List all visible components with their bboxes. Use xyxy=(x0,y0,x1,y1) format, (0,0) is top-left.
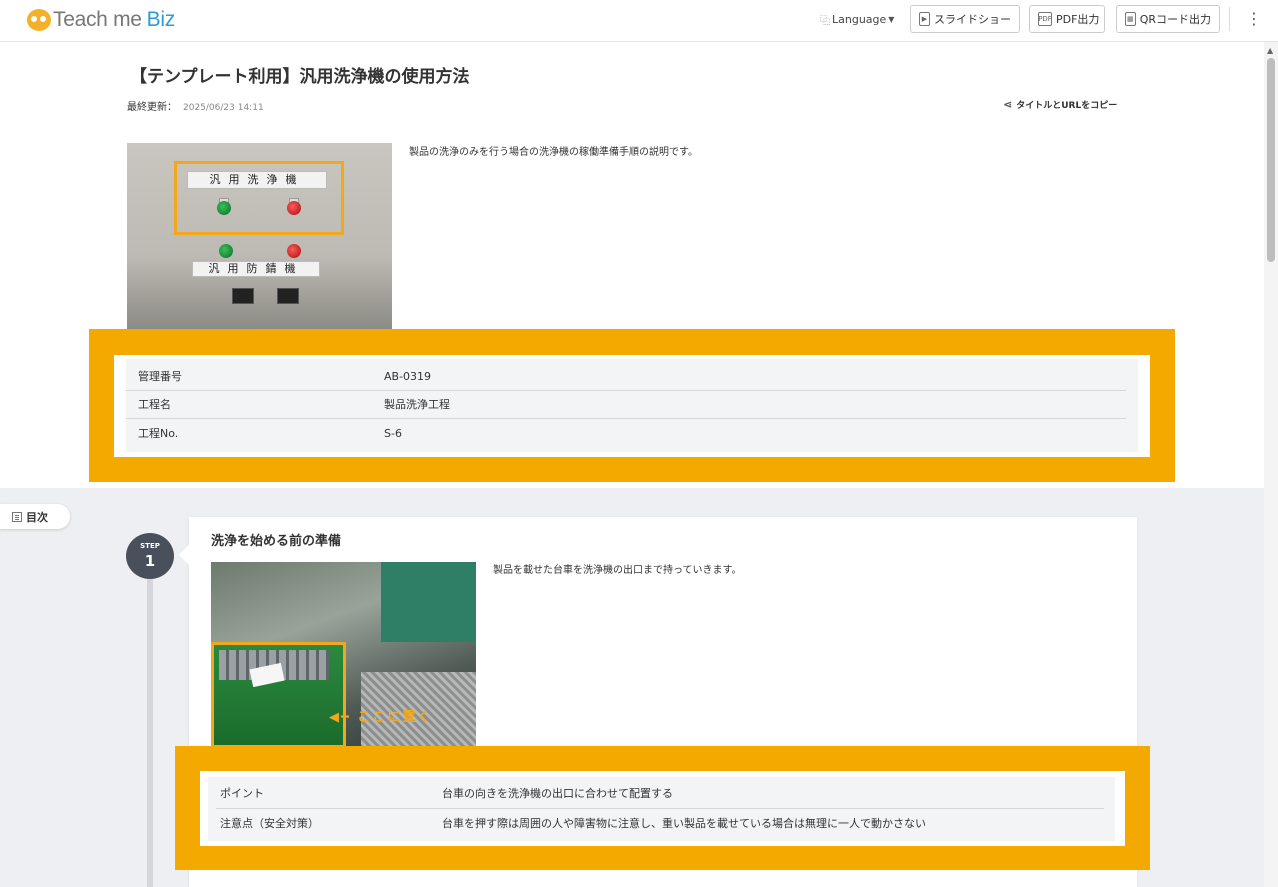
pdf-icon: PDF xyxy=(1038,12,1052,26)
teachme-biz-logo[interactable]: Teach me Biz xyxy=(27,7,175,33)
red-lamp xyxy=(287,244,301,258)
step-badge-label: STEP xyxy=(140,542,160,550)
info-row: 工程名 製品洗浄工程 xyxy=(138,390,1126,418)
slideshow-label: スライドショー xyxy=(934,13,1011,26)
table-of-contents-button[interactable]: 目次 xyxy=(0,504,70,529)
info-key: 工程No. xyxy=(138,427,179,440)
step-card-pointer xyxy=(179,545,189,565)
green-lamp xyxy=(219,244,233,258)
panel-label-rust: 汎用防錆機 xyxy=(192,261,320,277)
info-row: 工程No. S-6 xyxy=(138,419,1126,447)
step-number: 1 xyxy=(144,552,156,570)
step-photo[interactable]: ◀━ ここに置く xyxy=(211,562,476,748)
step-description: 製品を載せた台車を洗浄機の出口まで持っていきます。 xyxy=(493,565,742,576)
info-value: 台車を押す際は周囲の人や障害物に注意し、重い製品を載せている場合は無理に一人で動… xyxy=(442,817,926,830)
qr-code-icon: ▦ xyxy=(1125,12,1136,26)
info-row: 管理番号 AB-0319 xyxy=(138,362,1126,390)
place-here-annotation: ◀━ ここに置く xyxy=(329,710,433,725)
step-badge[interactable]: STEP 1 xyxy=(126,533,174,579)
step-timeline xyxy=(147,570,153,887)
translate-icon: ⿻ xyxy=(820,15,830,27)
washer-machine xyxy=(381,562,476,642)
info-value: S-6 xyxy=(384,426,402,440)
pdf-export-label: PDF出力 xyxy=(1056,13,1100,26)
header-divider xyxy=(1229,7,1230,31)
owl-logo-icon xyxy=(27,9,51,31)
info-key: 管理番号 xyxy=(138,370,182,383)
scrollbar-thumb[interactable] xyxy=(1267,58,1275,262)
share-icon: ⋖ xyxy=(1003,98,1013,111)
step-info-panel: ポイント 台車の向きを洗浄機の出口に合わせて配置する 注意点（安全対策） 台車を… xyxy=(200,771,1125,846)
arrow-left-icon: ◀━ xyxy=(329,710,358,725)
info-key: 工程名 xyxy=(138,398,171,411)
page-title: 【テンプレート利用】汎用洗浄機の使用方法 xyxy=(130,67,470,87)
temperature-meter xyxy=(277,288,299,304)
step-title: 洗浄を始める前の準備 xyxy=(211,534,342,549)
copy-title-url-label: タイトルとURLをコピー xyxy=(1016,101,1118,111)
list-icon xyxy=(12,511,22,522)
slideshow-button[interactable]: ▶ スライドショー xyxy=(910,5,1020,33)
pdf-export-button[interactable]: PDF PDF出力 xyxy=(1029,5,1105,33)
info-row: ポイント 台車の向きを洗浄機の出口に合わせて配置する xyxy=(220,779,1103,807)
info-value: AB-0319 xyxy=(384,369,432,383)
page-description: 製品の洗浄のみを行う場合の洗浄機の稼働準備手順の説明です。 xyxy=(409,147,698,158)
logo-text: Teach me Biz xyxy=(53,8,175,31)
language-label: Language xyxy=(832,12,887,26)
highlight-box xyxy=(211,642,346,748)
app-header: Teach me Biz ⿻ Language ▼ ▶ スライドショー PDF P… xyxy=(0,0,1278,42)
play-icon: ▶ xyxy=(919,12,930,26)
qr-export-label: QRコード出力 xyxy=(1139,13,1211,26)
highlight-box xyxy=(174,161,344,235)
last-updated-label: 最終更新： xyxy=(127,102,177,113)
scroll-up-icon[interactable]: ▲ xyxy=(1267,46,1273,55)
last-updated: 最終更新： 2025/06/23 14:11 xyxy=(127,98,264,113)
step-info-table: ポイント 台車の向きを洗浄機の出口に合わせて配置する 注意点（安全対策） 台車を… xyxy=(208,777,1115,841)
page-scrollbar[interactable]: ▲ xyxy=(1264,42,1278,887)
info-key: 注意点（安全対策） xyxy=(220,817,319,830)
copy-title-url-button[interactable]: ⋖ タイトルとURLをコピー xyxy=(1003,98,1117,111)
more-menu-icon[interactable]: ⋮ xyxy=(1246,8,1262,30)
qr-export-button[interactable]: ▦ QRコード出力 xyxy=(1116,5,1220,33)
last-updated-date: 2025/06/23 14:11 xyxy=(183,103,264,113)
info-key: ポイント xyxy=(220,787,264,800)
info-value: 台車の向きを洗浄機の出口に合わせて配置する xyxy=(442,787,673,800)
caret-down-icon: ▼ xyxy=(888,14,895,24)
control-panel-photo[interactable]: 汎用洗浄機 汎用防錆機 xyxy=(127,143,392,331)
toc-label: 目次 xyxy=(26,510,48,524)
temperature-meter xyxy=(232,288,254,304)
language-selector[interactable]: ⿻ Language ▼ xyxy=(820,11,894,27)
info-panel: 管理番号 AB-0319 工程名 製品洗浄工程 工程No. S-6 xyxy=(114,355,1150,457)
info-table: 管理番号 AB-0319 工程名 製品洗浄工程 工程No. S-6 xyxy=(126,359,1138,452)
info-row: 注意点（安全対策） 台車を押す際は周囲の人や障害物に注意し、重い製品を載せている… xyxy=(220,809,1103,837)
info-value: 製品洗浄工程 xyxy=(384,398,450,411)
